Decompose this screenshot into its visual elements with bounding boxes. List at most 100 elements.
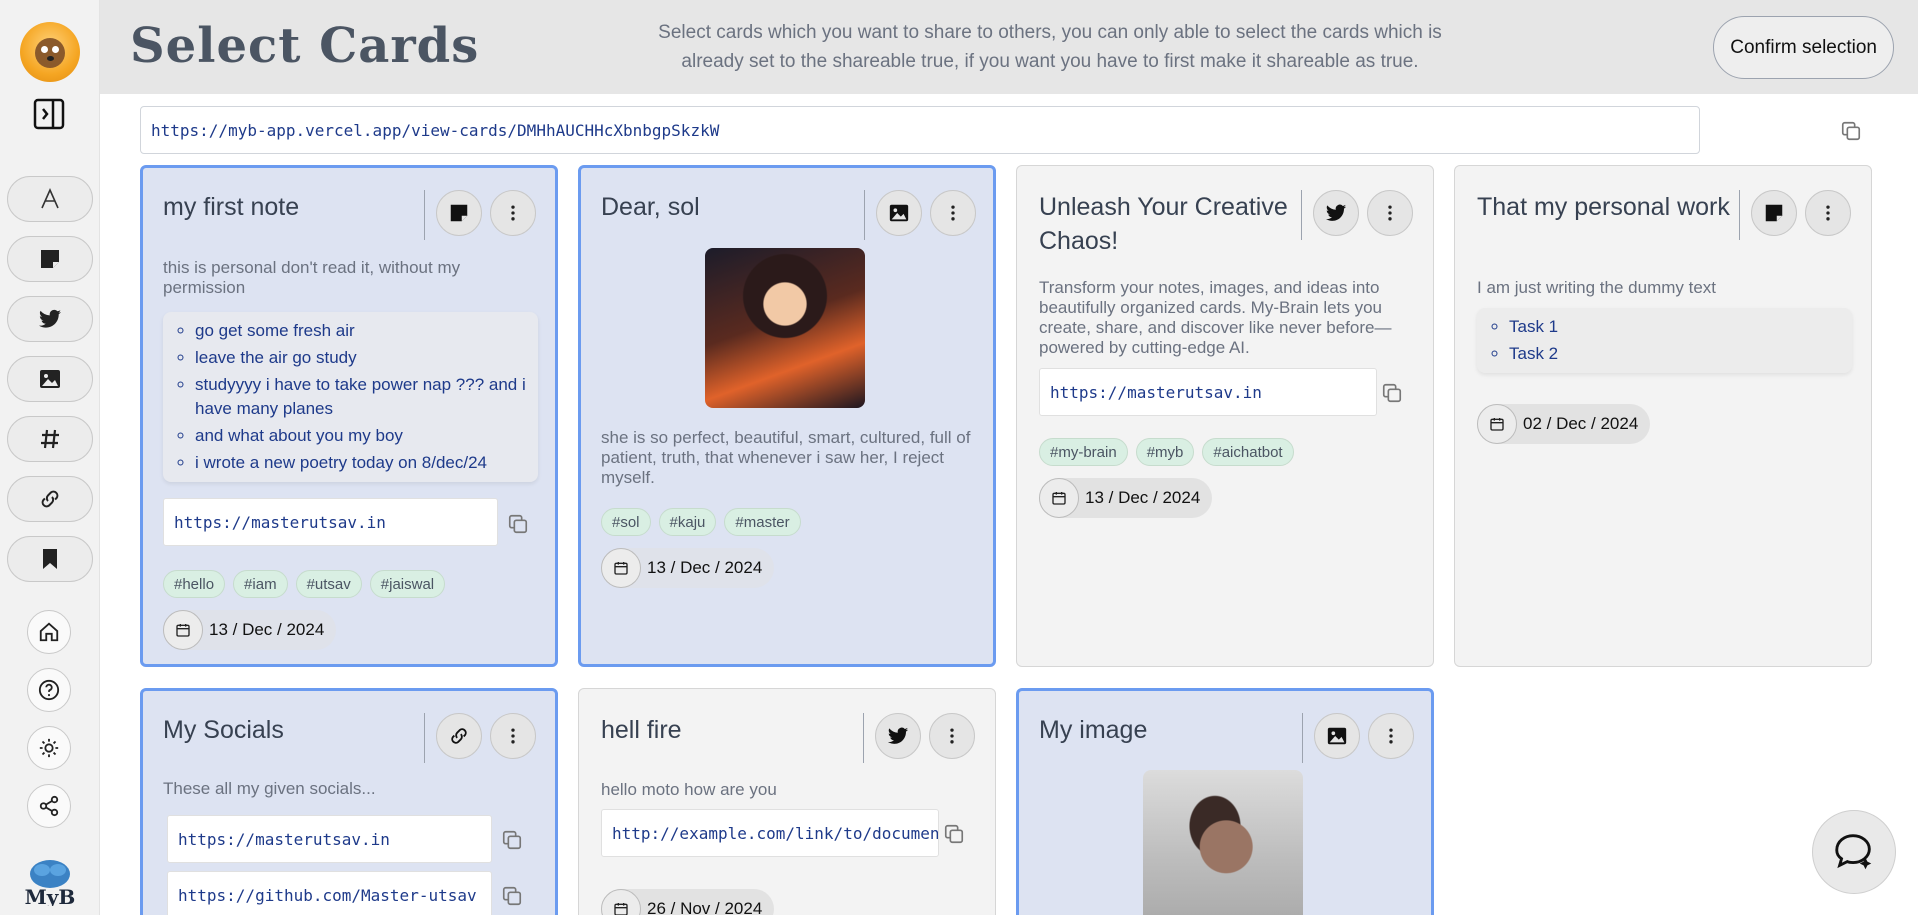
filter-links-button[interactable] bbox=[7, 476, 93, 522]
card-description: she is so perfect, beautiful, smart, cul… bbox=[601, 428, 971, 487]
more-vertical-icon bbox=[1388, 205, 1392, 221]
brand-logo[interactable]: MyB bbox=[22, 858, 78, 909]
tag-chip[interactable]: #sol bbox=[601, 508, 651, 536]
copy-icon[interactable] bbox=[943, 823, 965, 845]
card-menu-button[interactable] bbox=[1805, 190, 1851, 236]
card-image[interactable] bbox=[705, 248, 865, 408]
font-icon bbox=[41, 188, 59, 209]
card-title: My image bbox=[1039, 716, 1148, 744]
card-title: Dear, sol bbox=[601, 193, 700, 221]
card-title: Unleash Your Creative Chaos! bbox=[1039, 193, 1288, 255]
home-icon bbox=[39, 622, 59, 642]
card-date: 02 / Dec / 2024 bbox=[1477, 404, 1651, 444]
filter-images-button[interactable] bbox=[7, 356, 93, 402]
copy-icon[interactable] bbox=[501, 829, 523, 851]
filter-twitter-button[interactable] bbox=[7, 296, 93, 342]
filter-bookmarks-button[interactable] bbox=[7, 536, 93, 582]
card-title: hell fire bbox=[601, 716, 682, 744]
photo bbox=[1143, 770, 1303, 915]
sidebar-toggle-button[interactable] bbox=[32, 97, 66, 131]
copy-share-link-icon[interactable] bbox=[1840, 120, 1862, 142]
copy-icon[interactable] bbox=[1381, 382, 1403, 404]
card-description: Transform your notes, images, and ideas … bbox=[1039, 278, 1392, 357]
card-menu-button[interactable] bbox=[1367, 190, 1413, 236]
filter-notes-button[interactable] bbox=[7, 236, 93, 282]
card-image[interactable] bbox=[1143, 770, 1303, 915]
card-menu-button[interactable] bbox=[490, 190, 536, 236]
ai-chat-button[interactable] bbox=[1812, 810, 1896, 894]
list-item: leave the air go study bbox=[195, 346, 526, 370]
help-button[interactable] bbox=[27, 668, 71, 712]
card-link[interactable]: http://example.com/link/to/document bbox=[601, 809, 939, 857]
card-type-button[interactable] bbox=[876, 190, 922, 236]
card-link[interactable]: https://masterutsav.in bbox=[1039, 368, 1377, 416]
twitter-icon bbox=[39, 309, 61, 328]
theme-toggle-button[interactable] bbox=[27, 726, 71, 770]
brain-logo-icon: MyB bbox=[25, 860, 75, 909]
card-link[interactable]: https://masterutsav.in bbox=[167, 815, 492, 863]
help-icon bbox=[38, 679, 60, 701]
note-icon bbox=[450, 204, 468, 222]
tag-chip[interactable]: #iam bbox=[233, 570, 288, 598]
card-unleash-creative-chaos[interactable]: Unleash Your Creative Chaos! Transform y… bbox=[1016, 165, 1434, 667]
card-description: this is personal don't read it, without … bbox=[163, 258, 461, 297]
card-title: That my personal work bbox=[1477, 193, 1730, 221]
link-icon bbox=[41, 490, 59, 508]
list-item: Task 2 bbox=[1509, 342, 1840, 366]
more-vertical-icon bbox=[1826, 205, 1830, 221]
copy-icon[interactable] bbox=[507, 513, 529, 535]
card-menu-button[interactable] bbox=[930, 190, 976, 236]
list-item: go get some fresh air bbox=[195, 319, 526, 343]
card-menu-button[interactable] bbox=[1368, 713, 1414, 759]
card-type-button[interactable] bbox=[1751, 190, 1797, 236]
card-menu-button[interactable] bbox=[490, 713, 536, 759]
card-title: My Socials bbox=[163, 716, 284, 744]
calendar-icon bbox=[601, 889, 641, 915]
tag-chip[interactable]: #master bbox=[724, 508, 801, 536]
card-date: 26 / Nov / 2024 bbox=[601, 889, 775, 915]
tag-chip[interactable]: #kaju bbox=[658, 508, 717, 536]
card-hell-fire[interactable]: hell fire hello moto how are you http://… bbox=[578, 688, 996, 915]
card-type-button[interactable] bbox=[436, 190, 482, 236]
tag-chip[interactable]: #utsav bbox=[295, 570, 362, 598]
chat-sparkle-icon bbox=[1835, 834, 1872, 870]
share-button[interactable] bbox=[27, 784, 71, 828]
calendar-icon bbox=[1477, 404, 1517, 444]
confirm-selection-button[interactable]: Confirm selection bbox=[1713, 16, 1894, 79]
card-dear-sol[interactable]: Dear, sol she is so perfect, beautiful, … bbox=[578, 165, 996, 667]
card-date: 13 / Dec / 2024 bbox=[601, 548, 775, 588]
card-description: These all my given socials... bbox=[163, 779, 376, 798]
share-link-field[interactable]: https://myb-app.vercel.app/view-cards/DM… bbox=[140, 106, 1700, 154]
dog-face bbox=[35, 38, 65, 68]
card-tags: #hello #iam #utsav #jaiswal bbox=[163, 570, 446, 598]
card-link[interactable]: https://masterutsav.in bbox=[163, 498, 498, 546]
card-my-image[interactable]: My image bbox=[1016, 688, 1434, 915]
bookmark-icon bbox=[43, 549, 57, 569]
filter-tags-button[interactable] bbox=[7, 416, 93, 462]
card-type-button[interactable] bbox=[1313, 190, 1359, 236]
card-link[interactable]: https://github.com/Master-utsav bbox=[167, 871, 492, 915]
tag-chip[interactable]: #hello bbox=[163, 570, 226, 598]
tag-chip[interactable]: #aichatbot bbox=[1202, 438, 1294, 466]
filter-all-button[interactable] bbox=[7, 176, 93, 222]
copy-icon[interactable] bbox=[501, 885, 523, 907]
tag-chip[interactable]: #jaiswal bbox=[369, 570, 446, 598]
card-task-list: go get some fresh air leave the air go s… bbox=[163, 312, 538, 482]
card-my-socials[interactable]: My Socials These all my given socials...… bbox=[140, 688, 558, 915]
card-my-first-note[interactable]: my first note this is personal don't rea… bbox=[140, 165, 558, 667]
card-type-button[interactable] bbox=[875, 713, 921, 759]
user-avatar[interactable] bbox=[20, 22, 80, 82]
card-menu-button[interactable] bbox=[929, 713, 975, 759]
page-header: Select Cards Select cards which you want… bbox=[100, 0, 1918, 94]
more-vertical-icon bbox=[511, 205, 515, 221]
list-item: and what about you my boy bbox=[195, 424, 526, 448]
hashtag-icon bbox=[41, 429, 59, 449]
tag-chip[interactable]: #myb bbox=[1135, 438, 1195, 466]
card-type-button[interactable] bbox=[436, 713, 482, 759]
card-type-button[interactable] bbox=[1314, 713, 1360, 759]
portrait-artwork bbox=[705, 248, 865, 408]
card-personal-work[interactable]: That my personal work I am just writing … bbox=[1454, 165, 1872, 667]
image-icon bbox=[889, 204, 909, 222]
home-button[interactable] bbox=[27, 610, 71, 654]
tag-chip[interactable]: #my-brain bbox=[1039, 438, 1128, 466]
